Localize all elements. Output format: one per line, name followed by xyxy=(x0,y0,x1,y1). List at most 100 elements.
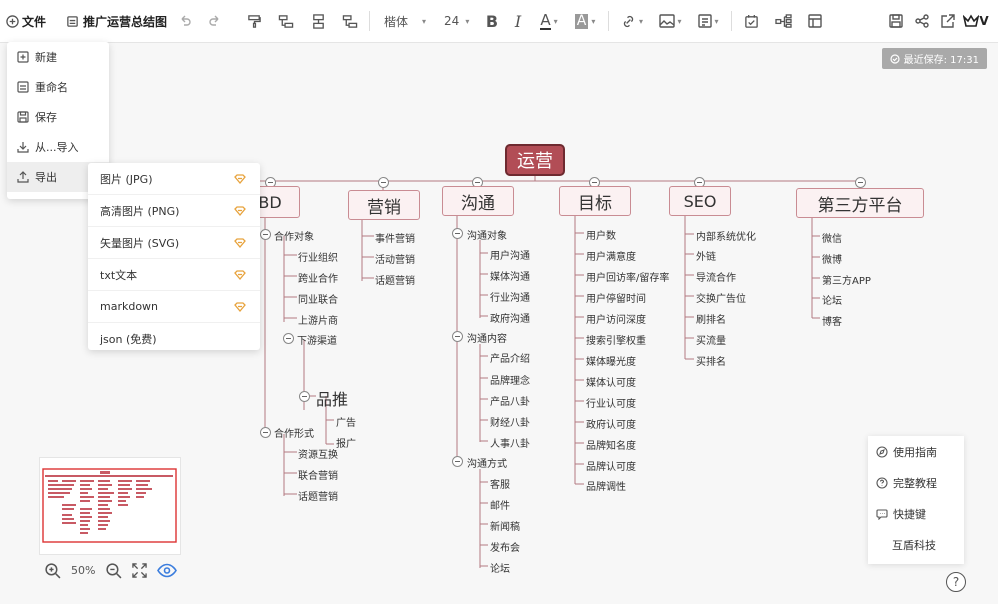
leaf-node[interactable]: 事件营销 xyxy=(375,230,415,245)
minimap[interactable] xyxy=(39,457,181,555)
leaf-node[interactable]: 话题营销 xyxy=(298,488,338,503)
premium-diamond-icon xyxy=(234,173,246,184)
fit-screen-icon[interactable] xyxy=(132,563,148,578)
menu-item-rename[interactable]: 重命名 xyxy=(7,72,109,102)
branch-node-marketing[interactable]: 营销 xyxy=(348,190,420,220)
leaf-node[interactable]: 活动营销 xyxy=(375,251,415,266)
export-svg[interactable]: 矢量图片 (SVG) xyxy=(88,227,260,259)
collapse-toggle[interactable] xyxy=(452,228,463,239)
leaf-node[interactable]: 发布会 xyxy=(490,539,520,554)
leaf-node[interactable]: 人事八卦 xyxy=(490,435,530,450)
zoom-out-icon[interactable] xyxy=(105,562,122,579)
leaf-node[interactable]: 行业沟通 xyxy=(490,289,530,304)
export-txt[interactable]: txt文本 xyxy=(88,259,260,291)
leaf-node[interactable]: 论坛 xyxy=(822,292,842,307)
collapse-toggle[interactable] xyxy=(299,391,310,402)
leaf-node[interactable]: 广告 xyxy=(336,414,356,429)
leaf-node[interactable]: 媒体曝光度 xyxy=(586,353,636,368)
leaf-node[interactable]: 微博 xyxy=(822,251,842,266)
leaf-node[interactable]: 第三方APP xyxy=(822,272,871,287)
leaf-node[interactable]: 行业认可度 xyxy=(586,395,636,410)
menu-item-import[interactable]: 从...导入 xyxy=(7,132,109,162)
leaf-node[interactable]: 用户沟通 xyxy=(490,247,530,262)
leaf-node[interactable]: 搜索引擎权重 xyxy=(586,332,646,347)
leaf-node[interactable]: 买流量 xyxy=(696,332,726,347)
leaf-node[interactable]: 同业联合 xyxy=(298,291,338,306)
help-question-button[interactable]: ? xyxy=(946,572,966,592)
keyboard-bubble-icon xyxy=(876,508,888,520)
export-json[interactable]: json (免费) xyxy=(88,323,260,354)
collapse-toggle[interactable] xyxy=(378,177,389,188)
leaf-node[interactable]: 用户访问深度 xyxy=(586,311,646,326)
question-mark-icon: ? xyxy=(952,575,960,589)
help-tutorial[interactable]: 完整教程 xyxy=(868,467,964,498)
node-comm-method[interactable]: 沟通方式 xyxy=(467,455,507,470)
leaf-node[interactable]: 内部系统优化 xyxy=(696,228,756,243)
leaf-node[interactable]: 产品介绍 xyxy=(490,350,530,365)
branch-node-goal[interactable]: 目标 xyxy=(559,186,631,216)
leaf-node[interactable]: 外链 xyxy=(696,248,716,263)
export-markdown[interactable]: markdown xyxy=(88,291,260,323)
leaf-node[interactable]: 用户回访率/留存率 xyxy=(586,269,669,284)
leaf-node[interactable]: 品牌理念 xyxy=(490,372,530,387)
collapse-toggle[interactable] xyxy=(260,427,271,438)
leaf-node[interactable]: 品牌知名度 xyxy=(586,437,636,452)
collapse-toggle[interactable] xyxy=(283,333,294,344)
help-shortcuts[interactable]: 快捷键 xyxy=(868,498,964,529)
leaf-node[interactable]: 品牌认可度 xyxy=(586,458,636,473)
leaf-node[interactable]: 用户停留时间 xyxy=(586,290,646,305)
node-comm-obj[interactable]: 沟通对象 xyxy=(467,227,507,242)
collapse-toggle[interactable] xyxy=(452,456,463,467)
leaf-node[interactable]: 博客 xyxy=(822,313,842,328)
leaf-node[interactable]: 导流合作 xyxy=(696,269,736,284)
leaf-node[interactable]: 财经八卦 xyxy=(490,414,530,429)
leaf-node[interactable]: 媒体认可度 xyxy=(586,374,636,389)
collapse-toggle[interactable] xyxy=(452,331,463,342)
compass-icon xyxy=(876,445,888,458)
collapse-toggle[interactable] xyxy=(855,177,866,188)
leaf-node[interactable]: 媒体沟通 xyxy=(490,268,530,283)
leaf-node[interactable]: 刷排名 xyxy=(696,311,726,326)
premium-diamond-icon xyxy=(234,205,246,216)
branch-node-seo[interactable]: SEO xyxy=(669,186,731,216)
leaf-node[interactable]: 邮件 xyxy=(490,497,510,512)
leaf-node[interactable]: 话题营销 xyxy=(375,272,415,287)
export-icon xyxy=(17,171,29,183)
leaf-node[interactable]: 政府认可度 xyxy=(586,416,636,431)
menu-item-new[interactable]: 新建 xyxy=(7,42,109,72)
branch-node-communication[interactable]: 沟通 xyxy=(442,186,514,216)
node-downstream[interactable]: 下游渠道 xyxy=(297,332,337,347)
leaf-node[interactable]: 用户满意度 xyxy=(586,248,636,263)
leaf-node[interactable]: 上游片商 xyxy=(298,312,338,327)
export-jpg[interactable]: 图片 (JPG) xyxy=(88,163,260,195)
leaf-node[interactable]: 买排名 xyxy=(696,353,726,368)
leaf-node[interactable]: 产品八卦 xyxy=(490,393,530,408)
eye-icon[interactable] xyxy=(157,563,178,578)
leaf-node[interactable]: 客服 xyxy=(490,476,510,491)
node-coop-obj[interactable]: 合作对象 xyxy=(274,228,314,243)
premium-diamond-icon xyxy=(234,237,246,248)
help-brand[interactable]: 互盾科技 xyxy=(868,529,964,560)
leaf-node[interactable]: 用户数 xyxy=(586,227,616,242)
mindmap-root-node[interactable]: 运营 xyxy=(505,144,565,176)
leaf-node[interactable]: 跨业合作 xyxy=(298,270,338,285)
branch-node-third-party[interactable]: 第三方平台 xyxy=(796,188,924,218)
leaf-node[interactable]: 新闻稿 xyxy=(490,518,520,533)
leaf-node[interactable]: 联合营销 xyxy=(298,467,338,482)
leaf-node[interactable]: 报广 xyxy=(336,435,356,450)
node-pinjie[interactable]: 品推 xyxy=(316,386,348,410)
node-comm-content[interactable]: 沟通内容 xyxy=(467,330,507,345)
leaf-node[interactable]: 论坛 xyxy=(490,560,510,575)
node-coop-form[interactable]: 合作形式 xyxy=(274,425,314,440)
leaf-node[interactable]: 交换广告位 xyxy=(696,290,746,305)
zoom-in-icon[interactable] xyxy=(44,562,61,579)
leaf-node[interactable]: 微信 xyxy=(822,230,842,245)
leaf-node[interactable]: 品牌调性 xyxy=(586,478,626,493)
leaf-node[interactable]: 行业组织 xyxy=(298,249,338,264)
menu-item-save[interactable]: 保存 xyxy=(7,102,109,132)
export-png[interactable]: 高清图片 (PNG) xyxy=(88,195,260,227)
leaf-node[interactable]: 政府沟通 xyxy=(490,310,530,325)
leaf-node[interactable]: 资源互换 xyxy=(298,446,338,461)
help-guide[interactable]: 使用指南 xyxy=(868,436,964,467)
collapse-toggle[interactable] xyxy=(260,229,271,240)
